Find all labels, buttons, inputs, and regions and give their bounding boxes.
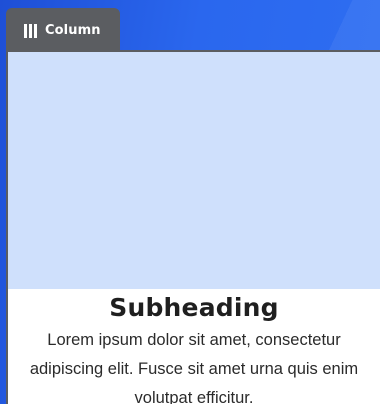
body-text: Lorem ipsum dolor sit amet, consectetur …	[29, 331, 359, 404]
column-icon	[24, 24, 37, 38]
column-card[interactable]: Subheading Lorem ipsum dolor sit amet, c…	[6, 50, 380, 404]
card-content: Subheading Lorem ipsum dolor sit amet, c…	[8, 289, 380, 404]
tab-label: Column	[45, 23, 101, 38]
column-tab[interactable]: Column	[6, 8, 120, 56]
image-placeholder	[8, 52, 380, 289]
subheading: Subheading	[109, 293, 279, 322]
